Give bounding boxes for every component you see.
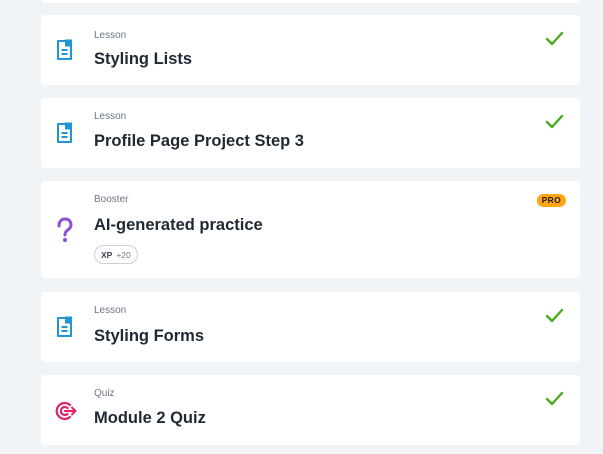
item-title: Styling Lists xyxy=(94,50,193,68)
list-item-styling-forms[interactable]: Lesson Styling Forms xyxy=(41,292,580,362)
question-icon xyxy=(57,217,73,242)
xp-value: +20 xyxy=(116,249,131,260)
item-type: Lesson xyxy=(94,111,127,122)
item-type: Booster xyxy=(94,194,129,205)
item-title: AI-generated practice xyxy=(94,216,263,234)
list-item-profile-page-project[interactable]: Lesson Profile Page Project Step 3 xyxy=(41,98,580,168)
lesson-icon xyxy=(57,316,72,337)
item-title: Profile Page Project Step 3 xyxy=(94,132,304,150)
target-icon xyxy=(55,401,77,421)
lesson-icon xyxy=(57,39,72,60)
check-icon xyxy=(545,308,564,323)
item-title: Styling Forms xyxy=(94,327,205,345)
list-item-ai-practice[interactable]: Booster AI-generated practice PRO XP +20 xyxy=(41,181,580,278)
check-icon xyxy=(545,391,564,406)
list-item-partial[interactable] xyxy=(41,0,580,3)
list-item-styling-lists[interactable]: Lesson Styling Lists xyxy=(41,15,580,85)
list-item-module-2-quiz[interactable]: Quiz Module 2 Quiz xyxy=(41,375,580,445)
xp-badge: XP +20 xyxy=(94,245,138,264)
xp-label: XP xyxy=(101,249,113,260)
lesson-icon xyxy=(57,122,72,143)
item-title: Module 2 Quiz xyxy=(94,409,206,427)
check-icon xyxy=(545,114,564,129)
item-type: Lesson xyxy=(94,30,127,41)
item-type: Quiz xyxy=(94,388,115,399)
check-icon xyxy=(545,31,564,46)
pro-badge: PRO xyxy=(536,194,566,207)
item-type: Lesson xyxy=(94,305,127,316)
